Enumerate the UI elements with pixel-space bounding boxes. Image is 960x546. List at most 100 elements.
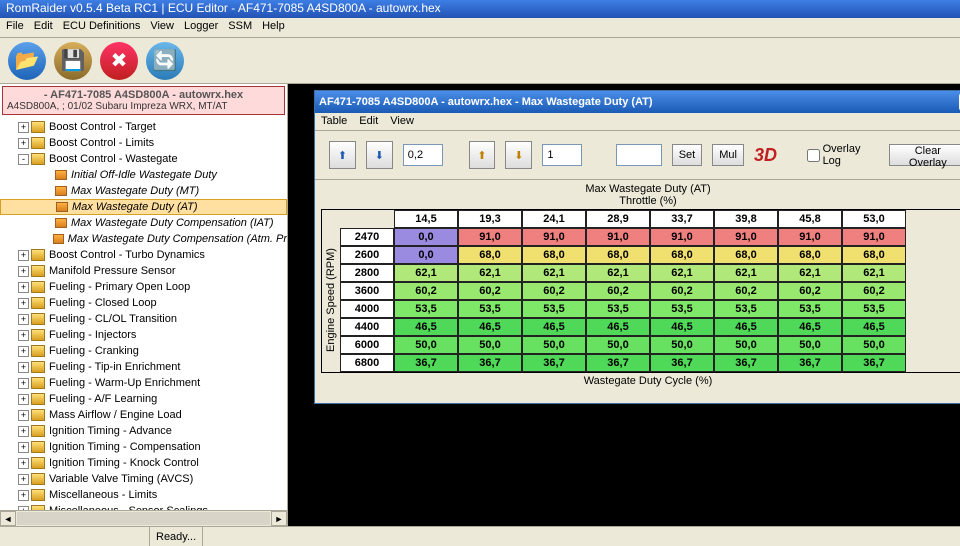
data-cell[interactable]: 50,0 [714,336,778,354]
fine-step-input[interactable] [542,144,582,166]
data-cell[interactable]: 60,2 [778,282,842,300]
data-cell[interactable]: 91,0 [778,228,842,246]
row-header[interactable]: 4000 [340,300,394,318]
data-cell[interactable]: 53,5 [586,300,650,318]
tree-item[interactable]: +Fueling - Primary Open Loop [0,279,287,295]
data-cell[interactable]: 50,0 [522,336,586,354]
tree-item[interactable]: +Fueling - CL/OL Transition [0,311,287,327]
row-header[interactable]: 2800 [340,264,394,282]
tree-item[interactable]: -Boost Control - Wastegate [0,151,287,167]
data-cell[interactable]: 50,0 [586,336,650,354]
row-header[interactable]: 3600 [340,282,394,300]
col-header[interactable]: 45,8 [778,210,842,228]
expand-icon[interactable]: + [18,314,29,325]
data-cell[interactable]: 53,5 [650,300,714,318]
expand-icon[interactable]: + [18,490,29,501]
data-cell[interactable]: 53,5 [714,300,778,318]
tree-item[interactable]: +Fueling - Tip-in Enrichment [0,359,287,375]
data-cell[interactable]: 68,0 [778,246,842,264]
data-cell[interactable]: 0,0 [394,228,458,246]
menu-view[interactable]: View [390,115,414,127]
expand-icon[interactable]: + [18,250,29,261]
decrement-coarse-button[interactable]: ⬇ [366,141,393,169]
data-cell[interactable]: 62,1 [714,264,778,282]
col-header[interactable]: 19,3 [458,210,522,228]
data-cell[interactable]: 46,5 [842,318,906,336]
clear-overlay-button[interactable]: Clear Overlay [889,144,960,166]
col-header[interactable]: 39,8 [714,210,778,228]
expand-icon[interactable]: + [18,474,29,485]
expand-icon[interactable]: + [18,138,29,149]
data-cell[interactable]: 53,5 [842,300,906,318]
data-cell[interactable]: 46,5 [714,318,778,336]
data-cell[interactable]: 62,1 [650,264,714,282]
scroll-track[interactable] [17,512,270,525]
tree-item[interactable]: +Boost Control - Turbo Dynamics [0,247,287,263]
data-cell[interactable]: 62,1 [458,264,522,282]
data-cell[interactable]: 53,5 [458,300,522,318]
menu-ssm[interactable]: SSM [228,20,252,32]
col-header[interactable]: 14,5 [394,210,458,228]
menu-edit[interactable]: Edit [359,115,378,127]
menu-help[interactable]: Help [262,20,285,32]
row-header[interactable]: 6000 [340,336,394,354]
expand-icon[interactable]: + [18,410,29,421]
data-cell[interactable]: 36,7 [522,354,586,372]
menu-view[interactable]: View [150,20,174,32]
data-cell[interactable]: 36,7 [394,354,458,372]
data-cell[interactable]: 50,0 [778,336,842,354]
data-cell[interactable]: 46,5 [586,318,650,336]
data-cell[interactable]: 53,5 [522,300,586,318]
coarse-step-input[interactable] [403,144,443,166]
data-cell[interactable]: 60,2 [650,282,714,300]
tree-item[interactable]: +Boost Control - Target [0,119,287,135]
increment-fine-button[interactable]: ⬆ [469,141,496,169]
view-3d-button[interactable]: 3D [754,145,777,166]
data-cell[interactable]: 91,0 [650,228,714,246]
value-input[interactable] [616,144,662,166]
expand-icon[interactable]: - [18,154,29,165]
table-window-titlebar[interactable]: AF471-7085 A4SD800A - autowrx.hex - Max … [315,91,960,113]
data-cell[interactable]: 68,0 [458,246,522,264]
tree-item[interactable]: Max Wastegate Duty Compensation (IAT) [0,215,287,231]
tree-item[interactable]: +Fueling - Warm-Up Enrichment [0,375,287,391]
tree-item[interactable]: +Ignition Timing - Advance [0,423,287,439]
data-cell[interactable]: 60,2 [586,282,650,300]
tree-item[interactable]: +Fueling - Injectors [0,327,287,343]
tree-item[interactable]: +Ignition Timing - Knock Control [0,455,287,471]
expand-icon[interactable]: + [18,394,29,405]
col-header[interactable]: 53,0 [842,210,906,228]
tree-item[interactable]: Max Wastegate Duty Compensation (Atm. Pr [0,231,287,247]
tree-item[interactable]: +Boost Control - Limits [0,135,287,151]
data-cell[interactable]: 53,5 [778,300,842,318]
data-cell[interactable]: 60,2 [458,282,522,300]
expand-icon[interactable]: + [18,122,29,133]
tree-item[interactable]: +Miscellaneous - Limits [0,487,287,503]
data-cell[interactable]: 62,1 [586,264,650,282]
data-cell[interactable]: 36,7 [458,354,522,372]
close-icon[interactable]: ✖ [100,42,138,80]
data-cell[interactable]: 62,1 [394,264,458,282]
data-cell[interactable]: 36,7 [778,354,842,372]
tree-item[interactable]: +Variable Valve Timing (AVCS) [0,471,287,487]
mul-button[interactable]: Mul [712,144,744,166]
definition-tree[interactable]: +Boost Control - Target+Boost Control - … [0,117,287,510]
scroll-left-btn[interactable]: ◄ [0,511,16,526]
increment-coarse-button[interactable]: ⬆ [329,141,356,169]
data-cell[interactable]: 46,5 [394,318,458,336]
refresh-icon[interactable]: 🔄 [146,42,184,80]
overlay-log-checkbox[interactable]: Overlay Log [807,143,879,167]
data-cell[interactable]: 36,7 [714,354,778,372]
data-cell[interactable]: 50,0 [650,336,714,354]
data-cell[interactable]: 91,0 [714,228,778,246]
row-header[interactable]: 2470 [340,228,394,246]
expand-icon[interactable]: + [18,266,29,277]
data-cell[interactable]: 91,0 [842,228,906,246]
data-cell[interactable]: 53,5 [394,300,458,318]
horizontal-scrollbar[interactable]: ◄ ► [0,510,287,526]
save-icon[interactable]: 💾 [54,42,92,80]
data-cell[interactable]: 62,1 [842,264,906,282]
data-cell[interactable]: 50,0 [458,336,522,354]
set-button[interactable]: Set [672,144,703,166]
data-cell[interactable]: 36,7 [650,354,714,372]
